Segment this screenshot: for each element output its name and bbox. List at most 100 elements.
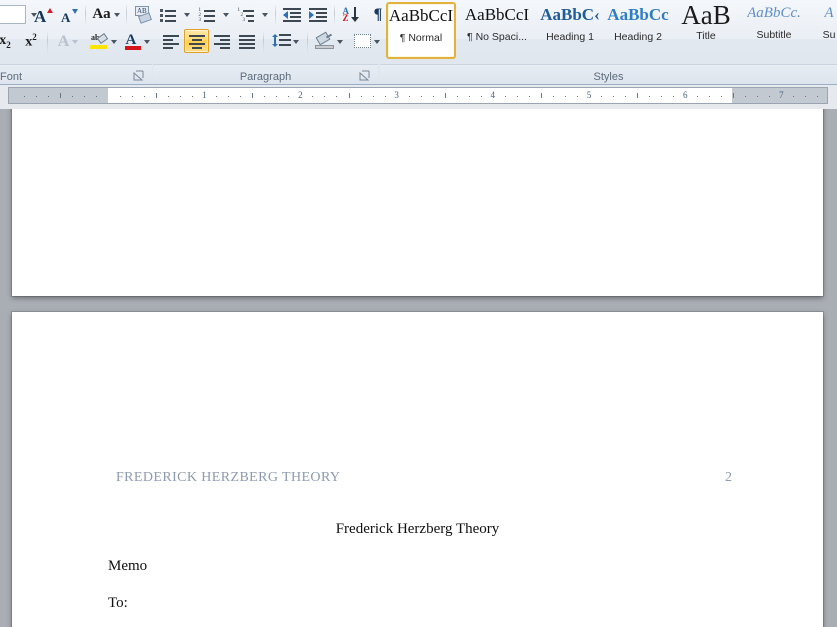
style-item-heading-2[interactable]: AaBbCc Heading 2 (605, 2, 671, 59)
sort-icon: A Z (342, 6, 361, 23)
ribbon-group-font: 2 A A Aa (0, 0, 154, 84)
style-preview: A (824, 6, 834, 21)
style-preview: AaBbC‹ (540, 6, 600, 23)
ruler-number: 4 (490, 90, 496, 100)
ruler-tick (661, 96, 663, 97)
justify-button[interactable] (235, 30, 259, 53)
text-highlight-color-button[interactable]: ab (86, 30, 120, 53)
borders-icon (354, 34, 372, 49)
document-page-2[interactable]: FREDERICK HERZBERG THEORY 2 Frederick He… (12, 312, 823, 627)
superscript-button[interactable]: x2 (18, 30, 44, 53)
align-left-button[interactable] (159, 30, 183, 53)
divider (307, 31, 308, 53)
style-item-normal[interactable]: AaBbCcI ¶ Normal (386, 2, 456, 59)
ruler-tick (288, 96, 290, 97)
align-right-button[interactable] (210, 30, 234, 53)
ruler-tick (649, 96, 651, 97)
font-dialog-launcher[interactable] (133, 69, 145, 81)
document-title: Frederick Herzberg Theory (335, 521, 500, 537)
ruler-tick-major (59, 93, 61, 98)
style-item-subtle-emphasis[interactable]: A Su (809, 2, 837, 59)
horizontal-ruler[interactable]: 1 2 3 4 5 6 7 (8, 87, 828, 104)
ruler-tick (528, 96, 530, 97)
subscript-icon: x2 (0, 33, 11, 50)
style-item-title[interactable]: AaB Title (673, 2, 739, 59)
change-case-button[interactable]: Aa (89, 3, 123, 26)
dialog-launcher-icon (359, 70, 370, 81)
ruler-tick (228, 96, 230, 97)
ruler-tick-major (252, 93, 254, 98)
clear-formatting-icon: AB (133, 5, 153, 24)
divider (334, 4, 335, 26)
font-group-label: Font (0, 71, 23, 83)
chevron-down-icon (143, 39, 150, 44)
multilevel-list-dropdown-arrow[interactable] (258, 3, 272, 26)
style-item-heading-1[interactable]: AaBbC‹ Heading 1 (537, 2, 603, 59)
subscript-button[interactable]: x2 (0, 30, 18, 53)
style-label: Heading 1 (546, 31, 594, 43)
ruler-tick (35, 96, 37, 97)
decrease-indent-button[interactable] (279, 3, 305, 26)
grow-font-button[interactable]: A (30, 3, 56, 26)
sort-button[interactable]: A Z (338, 3, 364, 26)
text-effects-button[interactable]: A (51, 30, 85, 53)
grow-font-icon: A (33, 6, 53, 25)
chevron-down-icon (184, 12, 190, 17)
paragraph-dialog-launcher[interactable] (359, 69, 371, 81)
style-label: Title (696, 30, 716, 42)
shrink-font-button[interactable]: A (56, 3, 82, 26)
decrease-indent-icon (283, 7, 301, 22)
style-label: Heading 2 (614, 31, 662, 43)
divider (263, 31, 264, 53)
increase-indent-button[interactable] (305, 3, 331, 26)
document-canvas[interactable]: FREDERICK HERZBERG THEORY 2 Frederick He… (0, 109, 837, 627)
ruler-tick (456, 96, 458, 97)
ruler-tick (673, 96, 675, 97)
ruler-tick (805, 96, 807, 97)
bullets-dropdown-arrow[interactable] (180, 3, 194, 26)
ruler-tick (276, 96, 278, 97)
style-preview: AaBbCc (607, 6, 669, 23)
chevron-down-icon (113, 12, 120, 17)
align-center-button[interactable] (184, 29, 209, 53)
ruler-tick (372, 96, 374, 97)
ruler-tick (95, 96, 97, 97)
ruler-tick (817, 96, 819, 97)
ruler-tick (504, 96, 506, 97)
numbering-button[interactable]: 1 2 3 (195, 3, 219, 26)
word-application-window: 2 A A Aa (0, 0, 837, 627)
shading-button[interactable] (311, 30, 347, 53)
bullets-button[interactable] (156, 3, 180, 26)
align-right-icon (214, 35, 230, 49)
style-label: Subtitle (756, 29, 792, 41)
ruler-tick (47, 96, 49, 97)
style-item-subtitle[interactable]: AaBbCc. Subtitle (741, 2, 807, 59)
ruler-tick (480, 96, 482, 97)
align-center-icon (188, 34, 205, 49)
ribbon-group-paragraph: 1 2 3 1 2 3 A Z ¶ Paragraph (153, 0, 382, 84)
style-label: ¶ Normal (399, 32, 443, 44)
ribbon: 2 A A Aa (0, 0, 837, 85)
line-spacing-button[interactable] (267, 30, 303, 53)
ruler-tick (120, 96, 122, 97)
ruler-tick (601, 96, 603, 97)
ruler-tick (769, 96, 771, 97)
ruler-number: 2 (298, 90, 303, 100)
page-header-page-number: 2 (725, 470, 733, 485)
ruler-tick-major (637, 93, 639, 98)
ruler-tick (83, 96, 85, 97)
ruler-number: 5 (586, 90, 592, 100)
style-item-no-spacing[interactable]: AaBbCcI ¶ No Spaci... (460, 2, 534, 59)
font-size-input[interactable]: 2 (0, 5, 26, 24)
ruler-tick (180, 96, 182, 97)
document-page-1[interactable] (12, 109, 823, 296)
ruler-tick (757, 96, 759, 97)
chevron-down-icon (293, 39, 299, 44)
ruler-tick (360, 96, 362, 97)
font-color-button[interactable]: A (120, 30, 154, 53)
justify-icon (239, 35, 255, 49)
numbering-dropdown-arrow[interactable] (219, 3, 233, 26)
shading-icon (315, 31, 335, 50)
styles-group-label: Styles (593, 71, 624, 83)
multilevel-list-button[interactable]: 1 2 3 (234, 3, 258, 26)
